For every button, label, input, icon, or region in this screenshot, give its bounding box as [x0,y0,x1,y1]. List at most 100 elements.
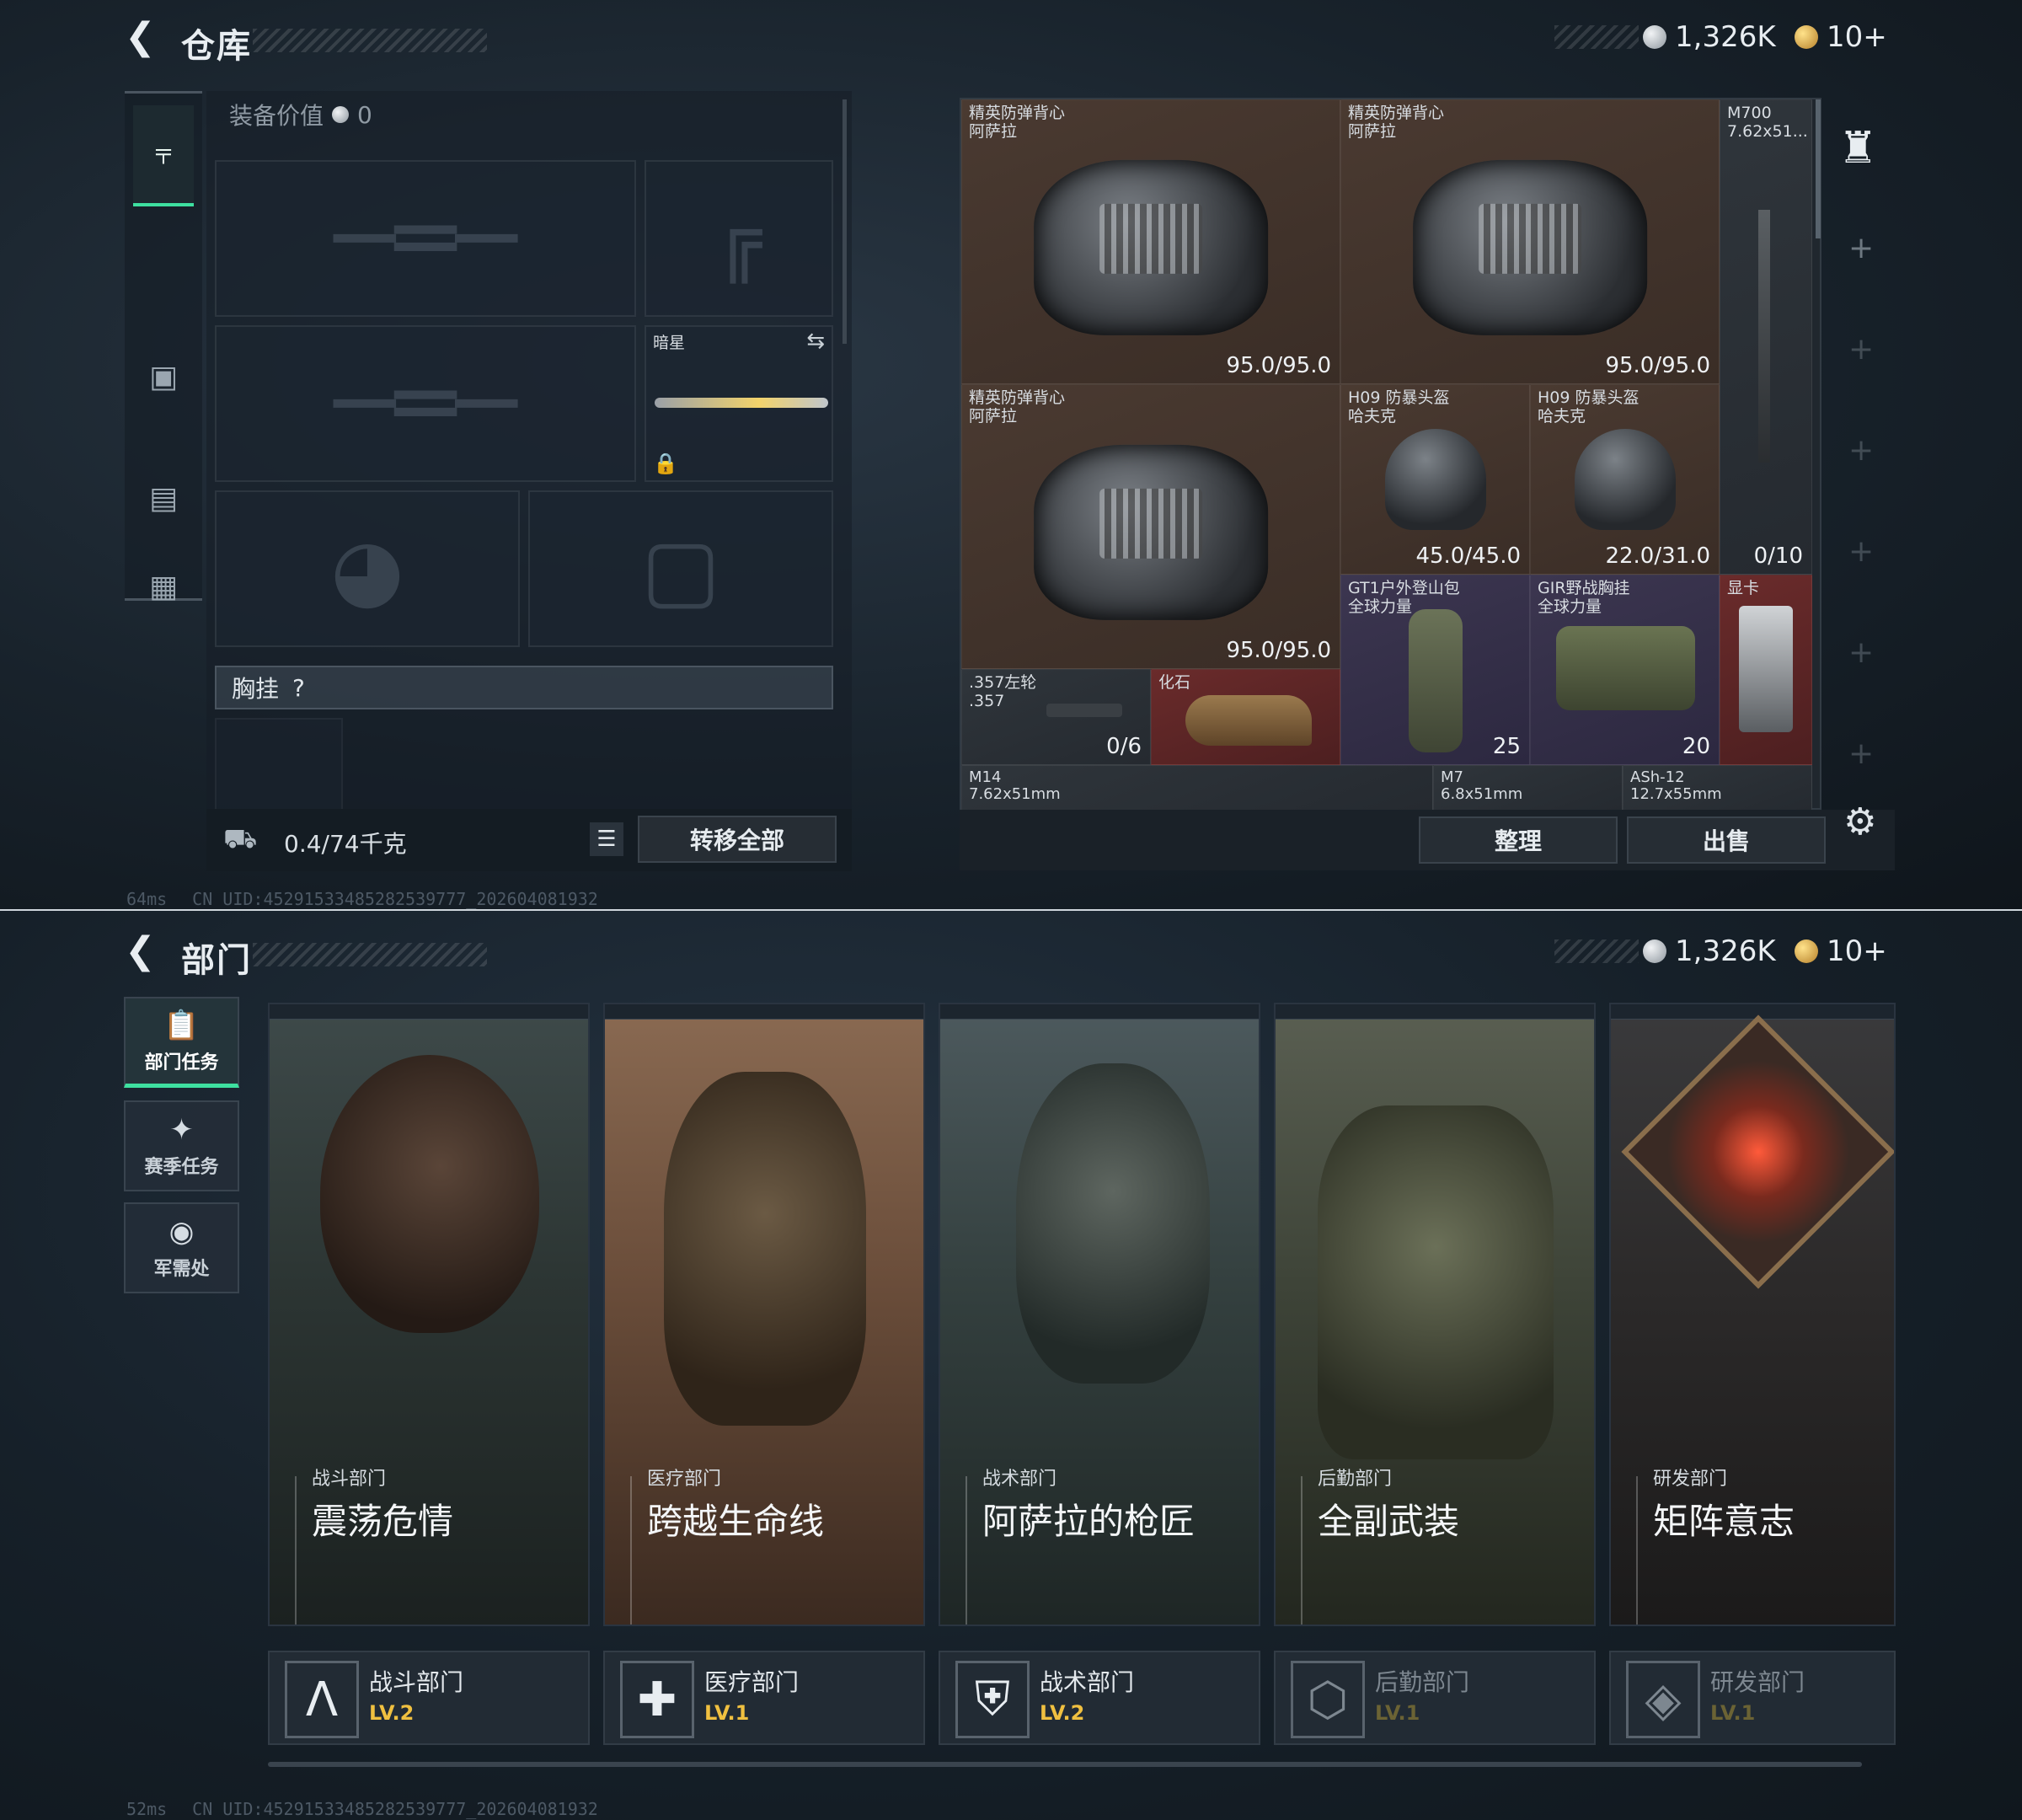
tile-name: 战斗部门 [369,1668,464,1696]
tab-department-tasks[interactable]: 📋 部门任务 [124,997,239,1088]
status-footer: 64ms CN UID:452915334852825397​77_202604… [126,889,598,909]
toolbox-tab-icon[interactable]: ▦ [133,570,194,604]
department-tile[interactable]: ⛨ 战术部门 LV.2 [939,1651,1260,1745]
card-title: 跨越生命线 [647,1501,825,1542]
chest-rig-help-icon[interactable]: ? [292,674,305,702]
transfer-all-button[interactable]: 转移全部 [638,816,837,863]
item-name: 化石 [1158,673,1191,692]
department-card[interactable]: 后勤部门 全副武装 [1274,1003,1596,1626]
card-scrollbar[interactable] [268,1762,1862,1767]
stash-item[interactable]: .357左轮 .357 0/6 [961,669,1151,765]
backpack-tab-icon[interactable]: ▣ [133,326,194,427]
department-tile[interactable]: ⬡ 后勤部门 LV.1 [1274,1651,1596,1745]
department-tile[interactable]: ◈ 研发部门 LV.1 [1609,1651,1896,1745]
currency-hatch [1554,939,1639,963]
gold-coin-icon [1795,25,1818,49]
card-department: 后勤部门 [1318,1469,1393,1490]
department-card[interactable]: 医疗部门 跨越生命线 [603,1003,925,1626]
silver-amount: 1,326K [1675,20,1776,54]
item-name: 精英防弹背心 阿萨拉 [969,388,1066,426]
logistics-portrait [1318,1105,1554,1459]
chest-rig-slot[interactable] [215,718,343,811]
stash-item[interactable]: M14 7.62x51mm [961,765,1433,811]
department-screen: ❮ 部门 1,326K 10+ 📋 部门任务 ✦ 赛季任务 ◉ 军需处 战斗部门… [0,911,2022,1820]
card-title: 矩阵意志 [1653,1501,1795,1542]
stash-home-icon[interactable]: ♜ [1838,123,1878,174]
page-title: 部门 [181,941,252,980]
add-page-icon[interactable]: + [1848,433,1874,468]
ping-value: 52ms [126,1799,168,1819]
tab-season-tasks[interactable]: ✦ 赛季任务 [124,1100,239,1191]
stash-item[interactable]: M7 6.8x51mm [1433,765,1623,811]
revolver-image [1046,704,1122,717]
gold-currency: 10+ [1795,934,1887,968]
swap-icon[interactable]: ⇆ [806,329,825,354]
item-ammo: 0/10 [1753,543,1803,569]
matrix-core-image [1621,1014,1894,1289]
item-durability: 95.0/95.0 [1226,353,1331,378]
card-title: 震荡危情 [312,1501,454,1542]
knife-item [655,398,828,408]
settings-gear-icon[interactable]: ⚙ [1843,800,1876,843]
tile-level: LV.2 [369,1701,415,1725]
graphics-card-image [1739,606,1793,732]
silver-coin-icon [332,106,350,123]
stash-item[interactable]: M700 7.62x51... 0/10 [1720,99,1812,575]
add-page-icon[interactable]: + [1848,534,1874,569]
ping-value: 64ms [126,889,168,909]
stash-item[interactable]: 精英防弹背心 阿萨拉 95.0/95.0 [961,384,1340,669]
stash-item[interactable]: 精英防弹背心 阿萨拉 95.0/95.0 [961,99,1340,384]
rifle-silhouette-icon: ─═─ [334,345,517,463]
add-page-icon[interactable]: + [1848,635,1874,670]
back-arrow-icon[interactable]: ❮ [125,929,156,972]
stash-scrollbar[interactable] [1816,99,1821,238]
card-department: 医疗部门 [647,1469,722,1490]
sort-button[interactable]: 整理 [1419,816,1618,864]
pistol-slot[interactable]: ╔ [645,160,833,317]
secondary-weapon-slot[interactable]: ─═─ [215,325,636,482]
chest-rig-bar[interactable]: 胸挂 ? [215,666,833,709]
item-name: GIR野战胸挂 全球力量 [1538,579,1630,616]
item-name: M7 6.8x51mm [1441,768,1523,803]
status-footer: 52ms CN UID:452915334852825397​77_202604… [126,1799,598,1819]
container-tab-icon[interactable]: ▤ [133,447,194,549]
stash-item[interactable]: 显卡 [1720,575,1812,765]
sell-button[interactable]: 出售 [1627,816,1826,864]
department-card[interactable]: 研发部门 矩阵意志 [1609,1003,1896,1626]
stash-item[interactable]: 精英防弹背心 阿萨拉 95.0/95.0 [1340,99,1720,384]
stash-item[interactable]: H09 防暴头盔 哈夫克 22.0/31.0 [1530,384,1720,575]
stash-item[interactable]: GIR野战胸挂 全球力量 20 [1530,575,1720,765]
back-arrow-icon[interactable]: ❮ [125,15,156,58]
stash-item[interactable]: H09 防暴头盔 哈夫克 45.0/45.0 [1340,384,1530,575]
equip-value: 装备价值 0 [229,98,372,131]
department-card[interactable]: 战术部门 阿萨拉的枪匠 [939,1003,1260,1626]
item-ammo: 0/6 [1106,734,1142,759]
loadout-scrollbar[interactable] [842,99,847,344]
melee-slot[interactable]: 暗星 ⇆ 🔒 [645,325,833,482]
loadout-footer: ⛟ 0.4/74千克 ☰ 转移全部 [206,809,852,871]
list-view-icon[interactable]: ☰ [590,822,623,856]
department-card[interactable]: 战斗部门 震荡危情 [268,1003,590,1626]
helmet-slot[interactable]: ◕ [215,490,520,647]
stash-item[interactable]: GT1户外登山包 全球力量 25 [1340,575,1530,765]
primary-weapon-slot[interactable]: ─═─ [215,160,636,317]
combat-icon: Λ [285,1661,359,1738]
stash-item[interactable]: 化石 [1151,669,1340,765]
card-strip [1276,1004,1594,1020]
weapon-tab-icon[interactable]: ⫧ [133,105,194,206]
tile-name: 战术部门 [1040,1668,1135,1696]
sniper-rifle-image [1758,210,1770,463]
tab-supply[interactable]: ◉ 军需处 [124,1202,239,1293]
item-durability: 45.0/45.0 [1415,543,1521,569]
add-page-icon[interactable]: + [1848,736,1874,771]
item-durability: 95.0/95.0 [1226,638,1331,663]
department-tile[interactable]: Λ 战斗部门 LV.2 [268,1651,590,1745]
armor-slot[interactable]: ▢ [528,490,833,647]
stash-item[interactable]: ASh-12 12.7x55mm [1623,765,1812,811]
card-department: 研发部门 [1653,1469,1728,1490]
card-strip [1611,1004,1894,1020]
department-tile[interactable]: ✚ 医疗部门 LV.1 [603,1651,925,1745]
add-page-icon[interactable]: + [1848,332,1874,367]
card-department: 战术部门 [982,1469,1057,1490]
add-page-icon[interactable]: + [1848,231,1874,265]
